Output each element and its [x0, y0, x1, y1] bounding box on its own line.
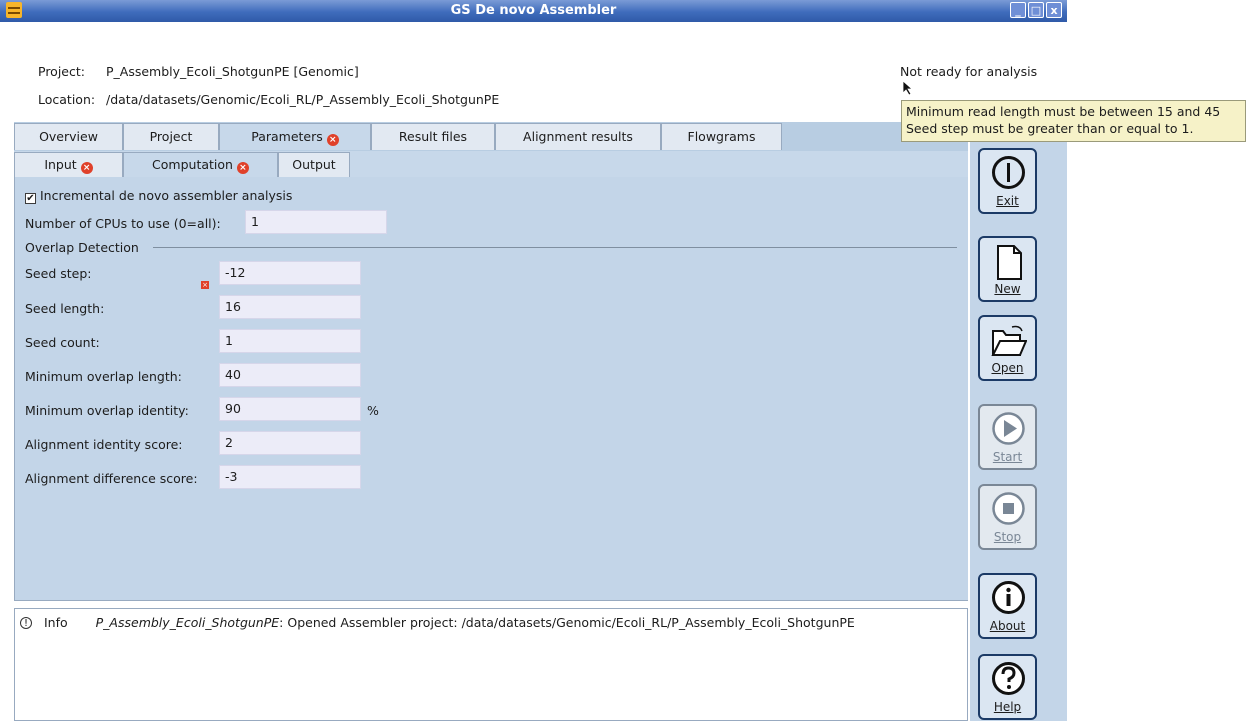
minimize-button[interactable]: _ [1010, 2, 1026, 18]
computation-panel: ✔ Incremental de novo assembler analysis … [14, 177, 968, 601]
seed-length-input[interactable]: 16 [219, 295, 361, 319]
info-icon: ! [20, 617, 32, 629]
log-entry: ! Info P_Assembly_Ecoli_ShotgunPE: Opene… [20, 615, 855, 630]
incremental-checkbox-row[interactable]: ✔ Incremental de novo assembler analysis [25, 188, 292, 204]
tab-project[interactable]: Project [123, 123, 219, 150]
info-icon [992, 581, 1025, 614]
exit-button[interactable]: Exit [978, 148, 1037, 214]
tab-alignment-results[interactable]: Alignment results [495, 123, 661, 150]
alignment-identity-score-label: Alignment identity score: [25, 437, 183, 452]
new-label: New [994, 282, 1021, 296]
min-overlap-length-label: Minimum overlap length: [25, 369, 182, 384]
incremental-checkbox[interactable]: ✔ [25, 193, 36, 204]
stop-label: Stop [993, 530, 1022, 544]
tab-label: Flowgrams [687, 129, 756, 144]
log-project: P_Assembly_Ecoli_ShotgunPE [95, 615, 280, 630]
min-overlap-length-input[interactable]: 40 [219, 363, 361, 387]
start-label: Start [992, 450, 1023, 464]
tab-flowgrams[interactable]: Flowgrams [661, 123, 782, 150]
help-icon [992, 662, 1025, 695]
stop-button[interactable]: Stop [978, 484, 1037, 550]
window-title: GS De novo Assembler [450, 3, 617, 18]
log-message: : Opened Assembler project: /data/datase… [279, 615, 855, 630]
help-label: Help [993, 700, 1022, 714]
min-overlap-identity-label: Minimum overlap identity: [25, 403, 189, 418]
cpus-input[interactable]: 1 [245, 210, 387, 234]
seed-step-label: Seed step: [25, 266, 92, 281]
seed-count-label: Seed count: [25, 335, 100, 350]
subtab-label: Computation [152, 157, 233, 172]
tab-label: Result files [398, 129, 468, 144]
subtab-label: Output [292, 157, 336, 172]
seed-step-input[interactable]: -12 [219, 261, 361, 285]
validation-tooltip: Minimum read length must be between 15 a… [901, 100, 1246, 142]
tab-result-files[interactable]: Result files [371, 123, 495, 150]
min-overlap-identity-input[interactable]: 90 [219, 397, 361, 421]
open-folder-icon [991, 325, 1027, 356]
subtab-label: Input [44, 157, 77, 172]
close-button[interactable]: x [1046, 2, 1062, 18]
alignment-identity-score-input[interactable]: 2 [219, 431, 361, 455]
tab-label: Overview [39, 129, 98, 144]
log-level: Info [43, 615, 68, 630]
tab-overview[interactable]: Overview [14, 123, 123, 150]
location-value: /data/datasets/Genomic/Ecoli_RL/P_Assemb… [106, 92, 500, 107]
cpus-label: Number of CPUs to use (0=all): [25, 216, 221, 231]
percent-unit: % [367, 403, 379, 418]
alignment-difference-score-input[interactable]: -3 [219, 465, 361, 489]
new-button[interactable]: New [978, 236, 1037, 302]
about-button[interactable]: About [978, 573, 1037, 639]
tooltip-line-2: Seed step must be greater than or equal … [906, 121, 1194, 136]
stop-icon [992, 492, 1025, 525]
location-label: Location: [38, 92, 96, 107]
tab-label: Parameters [251, 129, 323, 144]
open-button[interactable]: Open [978, 315, 1037, 381]
error-icon: × [80, 162, 93, 174]
new-document-icon [997, 245, 1022, 280]
subtab-input[interactable]: Input × [14, 152, 123, 177]
tab-label: Project [149, 129, 193, 144]
exit-label: Exit [996, 194, 1019, 208]
project-value: P_Assembly_Ecoli_ShotgunPE [Genomic] [106, 64, 359, 79]
action-sidebar: Exit New Open Start Stop About Help [970, 140, 1067, 721]
tab-parameters[interactable]: Parameters × [219, 123, 371, 150]
overlap-section-title: Overlap Detection [25, 240, 139, 255]
alignment-difference-score-label: Alignment difference score: [25, 471, 198, 486]
field-error-icon: × [201, 281, 209, 289]
main-tab-bar: Overview Project Parameters × Result file… [14, 122, 968, 151]
error-icon: × [236, 162, 249, 174]
seed-length-label: Seed length: [25, 301, 105, 316]
play-icon [992, 412, 1025, 445]
maximize-button[interactable]: □ [1028, 2, 1044, 18]
about-label: About [989, 619, 1026, 633]
open-label: Open [991, 361, 1024, 375]
power-icon [992, 156, 1025, 189]
help-button[interactable]: Help [978, 654, 1037, 720]
tab-label: Alignment results [523, 129, 633, 144]
subtab-computation[interactable]: Computation × [123, 152, 278, 177]
log-panel[interactable]: ! Info P_Assembly_Ecoli_ShotgunPE: Opene… [14, 608, 968, 721]
incremental-label: Incremental de novo assembler analysis [40, 188, 293, 203]
seed-count-input[interactable]: 1 [219, 329, 361, 353]
mouse-cursor-icon [902, 80, 914, 96]
tooltip-line-1: Minimum read length must be between 15 a… [906, 104, 1221, 119]
title-bar[interactable]: GS De novo Assembler _ □ x [0, 0, 1067, 22]
start-button[interactable]: Start [978, 404, 1037, 470]
error-icon: × [326, 134, 339, 146]
section-separator [153, 247, 957, 248]
sub-tab-bar: Input × Computation × Output [14, 151, 968, 177]
analysis-status: Not ready for analysis [900, 64, 1038, 79]
subtab-output[interactable]: Output [278, 152, 350, 177]
project-label: Project: [38, 64, 85, 79]
